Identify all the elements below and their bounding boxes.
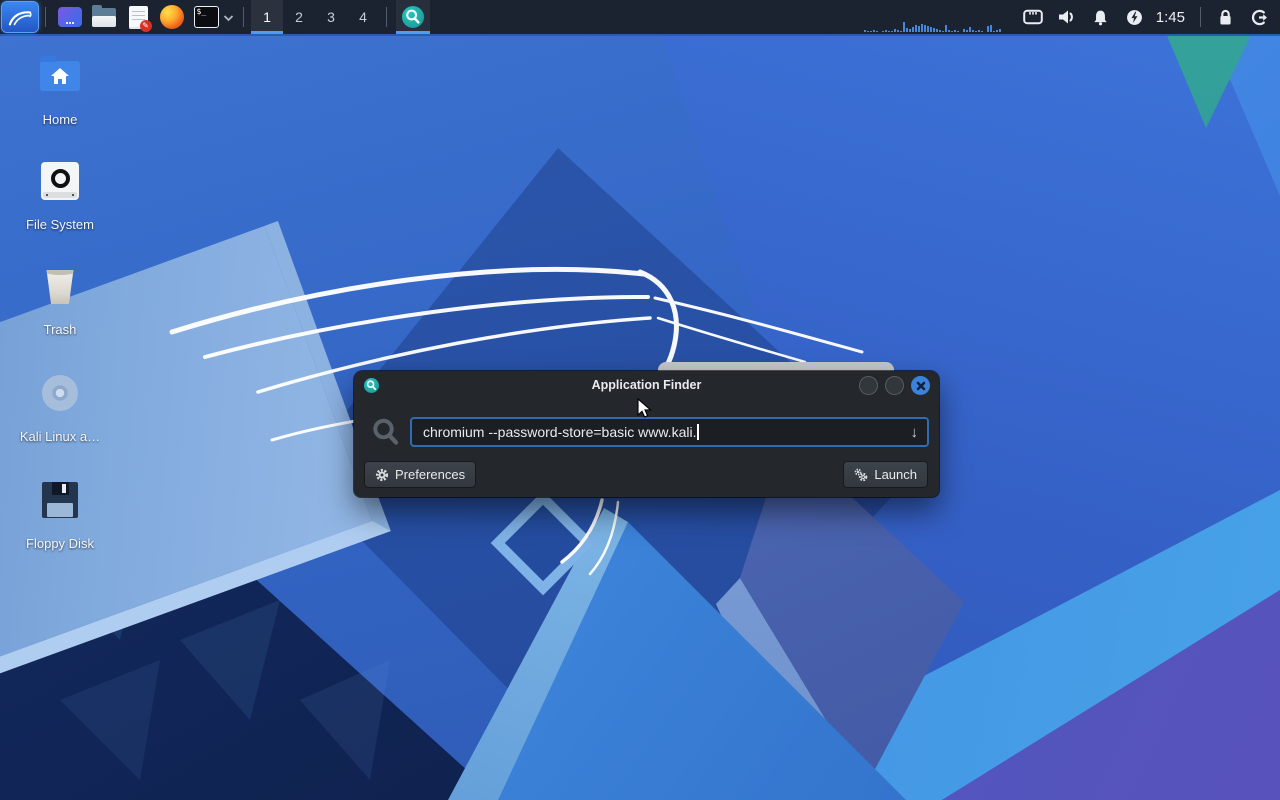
trash-icon: [12, 264, 108, 308]
application-finder-window: Application Finder chromium --password-s…: [354, 371, 939, 497]
bell-icon: [1092, 9, 1109, 26]
desktop-icon-home[interactable]: Home: [12, 54, 108, 127]
document-icon: ✎: [129, 6, 148, 29]
panel-separator: [1200, 7, 1201, 27]
window-title: Application Finder: [354, 371, 939, 399]
search-icon: [362, 416, 410, 448]
logout-button[interactable]: [1242, 0, 1276, 34]
minimize-button[interactable]: [859, 376, 878, 395]
workspace-1[interactable]: 1: [251, 0, 283, 34]
applications-menu-button[interactable]: [2, 2, 38, 32]
text-caret: [697, 424, 699, 440]
taskbar-application-finder[interactable]: [396, 0, 430, 34]
close-icon: [916, 381, 926, 391]
launcher-text-editor[interactable]: ✎: [125, 3, 151, 31]
dropdown-arrow-icon[interactable]: ↓: [911, 424, 919, 441]
desktop-icon-label: Kali Linux a…: [12, 429, 108, 444]
maximize-button[interactable]: [885, 376, 904, 395]
desktop-icon-label: Trash: [12, 322, 108, 337]
pencil-badge-icon: ✎: [140, 20, 152, 32]
top-panel: ✎ $_ 1 2 3 4: [0, 0, 1280, 36]
workspace-switcher: 1 2 3 4: [251, 0, 379, 34]
folder-icon: [92, 8, 116, 27]
search-input[interactable]: chromium --password-store=basic www.kali…: [410, 417, 929, 447]
optical-disc-icon: [12, 371, 108, 415]
panel-separator: [45, 7, 46, 27]
desktop-icon-label: Home: [12, 112, 108, 127]
desktop-background[interactable]: Home File System Trash Kali Linux a… Flo…: [0, 0, 1280, 800]
preferences-button[interactable]: Preferences: [364, 461, 476, 488]
terminal-icon: $_: [194, 6, 219, 28]
network-icon: [1023, 9, 1043, 25]
launcher-file-manager[interactable]: [91, 3, 117, 31]
workspace-2[interactable]: 2: [283, 0, 315, 34]
floppy-disk-icon: [12, 478, 108, 522]
logout-icon: [1251, 9, 1268, 26]
power-manager-tray-icon[interactable]: [1118, 0, 1152, 34]
lock-screen-button[interactable]: [1208, 0, 1242, 34]
desktop-icon-floppy[interactable]: Floppy Disk: [12, 478, 108, 551]
clock[interactable]: 1:45: [1156, 9, 1185, 26]
desktop-icon-trash[interactable]: Trash: [12, 264, 108, 337]
launcher-dropdown-chevron-icon[interactable]: [223, 14, 234, 22]
launcher-terminal[interactable]: $_: [193, 3, 219, 31]
network-tray-icon[interactable]: [1016, 0, 1050, 34]
cpu-graph[interactable]: [864, 2, 1006, 32]
workspace-3[interactable]: 3: [315, 0, 347, 34]
application-finder-task-icon: [402, 6, 424, 28]
launcher-firefox[interactable]: [159, 3, 185, 31]
preferences-label: Preferences: [395, 467, 465, 482]
desktop-icon-label: Floppy Disk: [12, 536, 108, 551]
desktop-icon-file-system[interactable]: File System: [12, 159, 108, 232]
desktop-icon-kali-cd[interactable]: Kali Linux a…: [12, 371, 108, 444]
run-gears-icon: [854, 468, 868, 482]
panel-separator: [386, 7, 387, 27]
hard-drive-icon: [12, 159, 108, 203]
search-input-value: chromium --password-store=basic www.kali…: [423, 424, 696, 440]
launch-label: Launch: [874, 467, 917, 482]
workspace-4[interactable]: 4: [347, 0, 379, 34]
titlebar[interactable]: Application Finder: [354, 371, 939, 399]
kali-logo-icon: [7, 6, 33, 28]
speaker-icon: [1057, 9, 1076, 25]
home-folder-icon: [12, 54, 108, 98]
panel-separator: [243, 7, 244, 27]
power-lightning-icon: [1126, 9, 1143, 26]
firefox-icon: [160, 5, 184, 29]
launch-button[interactable]: Launch: [843, 461, 928, 488]
lock-icon: [1218, 9, 1233, 26]
notifications-tray-icon[interactable]: [1084, 0, 1118, 34]
desktop-icon-label: File System: [12, 217, 108, 232]
gear-icon: [375, 468, 389, 482]
launcher-app-window[interactable]: [57, 3, 83, 31]
wallpaper-shape: [491, 491, 596, 596]
app-window-icon: [58, 7, 82, 27]
close-button[interactable]: [911, 376, 930, 395]
volume-tray-icon[interactable]: [1050, 0, 1084, 34]
